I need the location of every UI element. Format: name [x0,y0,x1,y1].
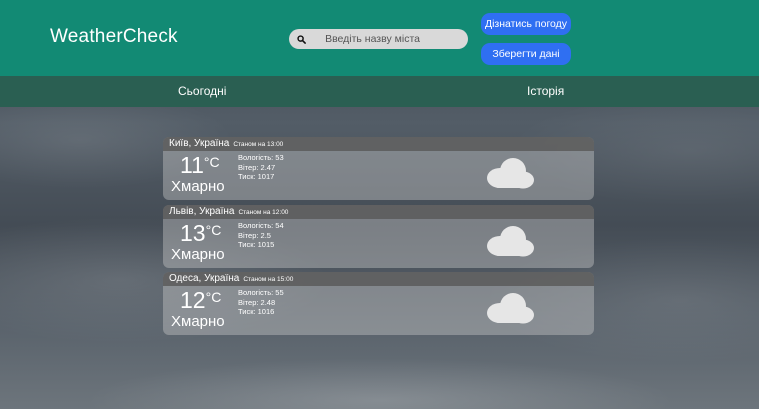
temperature: 11°C [180,152,220,179]
search-bar[interactable] [289,29,468,49]
city-name: Одеса, Україна [169,273,240,284]
pressure: Тиск: 1015 [238,240,275,249]
get-weather-button[interactable]: Дізнатись погоду [481,13,571,35]
weather-details: Вологість: 53 Вітер: 2.47 Тиск: 1017 [238,153,284,182]
humidity: Вологість: 55 [238,288,284,297]
temperature-value: 11 [180,152,204,178]
card-header: Львів, Україна Станом на 12:00 [163,205,594,219]
weather-details: Вологість: 55 Вітер: 2.48 Тиск: 1016 [238,288,284,317]
temperature: 13°C [180,220,221,247]
weather-details: Вологість: 54 Вітер: 2.5 Тиск: 1015 [238,221,284,250]
pressure: Тиск: 1016 [238,307,275,316]
condition: Хмарно [171,178,225,195]
city-search-input[interactable] [325,33,468,45]
cloud-icon [483,156,535,195]
city-name: Львів, Україна [169,206,235,217]
temperature-value: 13 [180,220,206,246]
temperature-value: 12 [180,287,206,313]
wind: Вітер: 2.47 [238,162,276,172]
card-body: 11°C Хмарно Вологість: 53 Вітер: 2.47 Ти… [163,151,594,200]
weather-card: Київ, Україна Станом на 13:00 11°C Хмарн… [163,137,594,200]
search-icon [292,29,311,49]
temperature-unit: °C [205,289,222,305]
card-header: Одеса, Україна Станом на 15:00 [163,272,594,286]
condition: Хмарно [171,246,225,263]
tab-history[interactable]: Історія [527,84,564,98]
wind: Вітер: 2.5 [238,230,271,240]
humidity: Вологість: 53 [238,153,284,162]
nav-bar: Сьогодні Історія [0,76,759,107]
weather-card: Одеса, Україна Станом на 15:00 12°C Хмар… [163,272,594,335]
cloud-icon [483,224,535,263]
pressure: Тиск: 1017 [238,172,275,181]
card-header: Київ, Україна Станом на 13:00 [163,137,594,151]
cloud-icon [483,291,535,330]
temperature-unit: °C [203,154,220,170]
condition: Хмарно [171,313,225,330]
wind: Вітер: 2.48 [238,297,276,307]
city-name: Київ, Україна [169,138,230,149]
card-body: 12°C Хмарно Вологість: 55 Вітер: 2.48 Ти… [163,286,594,335]
update-time: Станом на 13:00 [233,141,284,148]
app-header: WeatherCheck Дізнатись погоду Зберегти д… [0,0,759,76]
update-time: Станом на 15:00 [243,276,294,283]
temperature: 12°C [180,287,221,314]
temperature-unit: °C [205,222,222,238]
app-logo: WeatherCheck [50,26,178,47]
card-body: 13°C Хмарно Вологість: 54 Вітер: 2.5 Тис… [163,219,594,268]
weather-card: Львів, Україна Станом на 12:00 13°C Хмар… [163,205,594,268]
update-time: Станом на 12:00 [238,209,289,216]
humidity: Вологість: 54 [238,221,284,230]
save-data-button[interactable]: Зберегти дані [481,43,571,65]
tab-today[interactable]: Сьогодні [178,84,226,98]
